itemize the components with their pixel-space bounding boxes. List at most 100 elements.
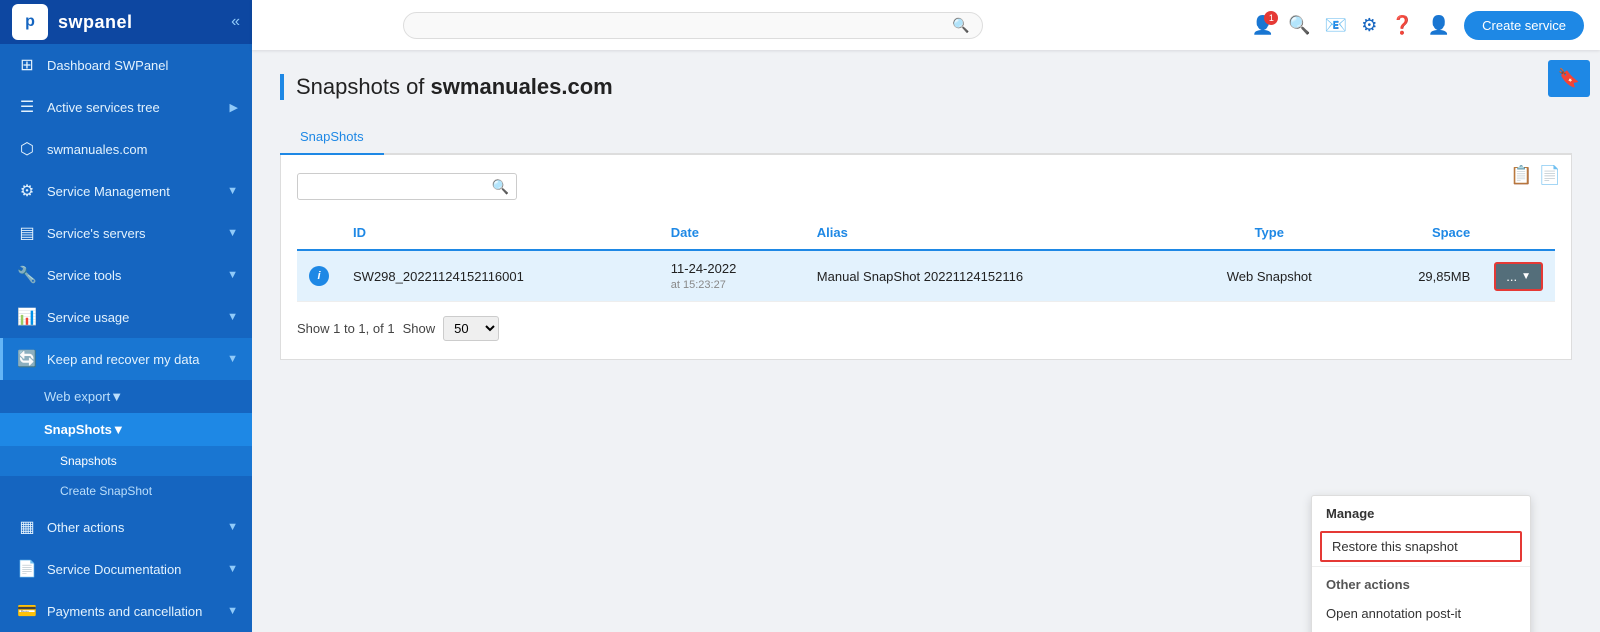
sidebar-item-other-actions[interactable]: ▦ Other actions ▼ (0, 506, 252, 548)
sidebar-item-payments-cancellation[interactable]: 💳 Payments and cancellation ▼ (0, 590, 252, 632)
messages-icon[interactable]: 📧 (1325, 15, 1347, 36)
search-row: 🔍 (297, 173, 1555, 200)
keep-recover-icon: 🔄 (17, 349, 37, 369)
topbar: 🔍 👤 1 🔍 📧 ⚙ ❓ 👤 Create service (252, 0, 1600, 50)
usage-icon: 📊 (17, 307, 37, 327)
sidebar-item-service-management[interactable]: ⚙ Service Management ▼ (0, 170, 252, 212)
create-service-button[interactable]: Create service (1464, 11, 1584, 40)
sidebar-item-label: Snapshots (60, 454, 117, 468)
sidebar-item-label: Service usage (47, 310, 217, 325)
dashboard-icon: ⊞ (17, 55, 37, 75)
sidebar-item-service-tools[interactable]: 🔧 Service tools ▼ (0, 254, 252, 296)
show-row: Show 1 to 1, of 1 Show 25 50 100 (297, 316, 1555, 341)
row-info-icon[interactable]: i (297, 250, 341, 302)
sidebar-item-service-usage[interactable]: 📊 Service usage ▼ (0, 296, 252, 338)
chevron-down-icon: ▼ (110, 389, 123, 404)
row-date: 11-24-2022 at 15:23:27 (659, 250, 805, 302)
sidebar-item-dashboard[interactable]: ⊞ Dashboard SWPanel (0, 44, 252, 86)
sidebar-title: swpanel (58, 12, 133, 33)
sidebar-item-label: Service tools (47, 268, 217, 283)
notifications-icon[interactable]: 👤 1 (1252, 15, 1274, 36)
table-search-icon: 🔍 (492, 178, 509, 195)
sidebar-item-snapshots-group[interactable]: SnapShots ▼ (0, 413, 252, 446)
show-label: Show (403, 321, 436, 336)
sidebar-item-swmanuales[interactable]: ⬡ swmanuales.com (0, 128, 252, 170)
sidebar-item-label: Create SnapShot (60, 484, 152, 498)
sidebar-item-label: SnapShots (44, 422, 112, 437)
chevron-down-icon: ▼ (227, 269, 238, 281)
sidebar-item-web-export[interactable]: Web export ▼ (0, 380, 252, 413)
table-search-wrap: 🔍 (297, 173, 517, 200)
sidebar-item-service-documentation[interactable]: 📄 Service Documentation ▼ (0, 548, 252, 590)
sidebar-collapse-button[interactable]: « (231, 13, 240, 31)
servers-icon: ▤ (17, 223, 37, 243)
sidebar-header: p swpanel « (0, 0, 252, 44)
row-actions-button[interactable]: ... ▼ (1494, 262, 1543, 291)
context-menu-restore[interactable]: Restore this snapshot (1320, 531, 1522, 562)
sidebar-item-label: Payments and cancellation (47, 604, 217, 619)
table-row: i SW298_20221124152116001 11-24-2022 at … (297, 250, 1555, 302)
chevron-down-icon: ▼ (112, 422, 125, 437)
sidebar-item-label: Other actions (47, 520, 217, 535)
col-date: Date (659, 216, 805, 250)
context-menu-other-title: Other actions (1312, 571, 1530, 598)
col-space: Space (1358, 216, 1482, 250)
chevron-down-icon: ▼ (227, 563, 238, 575)
col-alias: Alias (805, 216, 1181, 250)
search-bar: 🔍 (403, 12, 983, 39)
sidebar-item-create-snapshot[interactable]: Create SnapShot (0, 476, 252, 506)
active-services-icon: ☰ (17, 97, 37, 117)
context-menu-manage-title: Manage (1312, 496, 1530, 527)
profile-icon[interactable]: 👤 (1428, 15, 1450, 36)
snapshots-table: ID Date Alias Type Space i SW298_2022112… (297, 216, 1555, 302)
bookmark-widget[interactable]: 🔖 (1548, 60, 1590, 97)
row-actions: ... ▼ (1482, 250, 1555, 302)
chevron-down-icon: ▼ (227, 311, 238, 323)
sidebar-item-label: Service Documentation (47, 562, 217, 577)
service-management-icon: ⚙ (17, 181, 37, 201)
chevron-down-icon: ▼ (227, 521, 238, 533)
row-alias: Manual SnapShot 20221124152116 (805, 250, 1181, 302)
row-space: 29,85MB (1358, 250, 1482, 302)
page-domain: swmanuales.com (431, 74, 613, 99)
search-input[interactable] (416, 18, 953, 33)
sidebar-item-label: Service's servers (47, 226, 217, 241)
topbar-icons: 👤 1 🔍 📧 ⚙ ❓ 👤 Create service (1252, 11, 1584, 40)
table-search-input[interactable] (297, 173, 517, 200)
search-icon: 🔍 (952, 17, 969, 34)
copy-icon[interactable]: 📄 (1539, 165, 1561, 186)
sidebar-item-label: Web export (44, 389, 110, 404)
chevron-down-icon: ▼ (227, 353, 238, 365)
sidebar-item-label: Keep and recover my data (47, 352, 217, 367)
tools-icon: 🔧 (17, 265, 37, 285)
sidebar-item-keep-recover[interactable]: 🔄 Keep and recover my data ▼ (0, 338, 252, 380)
content-box: 📋 📄 🔍 ID Date Alias Type Space (280, 155, 1572, 360)
chevron-down-icon: ▼ (227, 185, 238, 197)
col-type: Type (1180, 216, 1358, 250)
sidebar-item-label: Active services tree (47, 100, 220, 115)
top-right-icons: 📋 📄 (1510, 165, 1561, 186)
chevron-right-icon: ▶ (230, 101, 238, 114)
main-content: Snapshots of swmanuales.com SnapShots 📋 … (252, 50, 1600, 632)
tabs-bar: SnapShots (280, 120, 1572, 155)
context-menu-open-annotation[interactable]: Open annotation post-it (1312, 598, 1530, 629)
sidebar-item-active-services-tree[interactable]: ☰ Active services tree ▶ (0, 86, 252, 128)
show-select[interactable]: 25 50 100 (443, 316, 499, 341)
tab-snapshots[interactable]: SnapShots (280, 120, 384, 155)
sidebar-item-services-servers[interactable]: ▤ Service's servers ▼ (0, 212, 252, 254)
page-title: Snapshots of swmanuales.com (280, 74, 1572, 100)
search-topbar-icon[interactable]: 🔍 (1288, 15, 1310, 36)
export-icon[interactable]: 📋 (1510, 165, 1532, 186)
notification-badge: 1 (1264, 11, 1278, 25)
site-icon: ⬡ (17, 139, 37, 159)
chevron-down-icon: ▼ (227, 227, 238, 239)
help-icon[interactable]: ❓ (1391, 15, 1413, 36)
settings-icon[interactable]: ⚙ (1361, 15, 1377, 36)
sidebar-item-snapshots[interactable]: Snapshots (0, 446, 252, 476)
chevron-down-icon: ▼ (227, 605, 238, 617)
sidebar-item-label: Dashboard SWPanel (47, 58, 238, 73)
documentation-icon: 📄 (17, 559, 37, 579)
row-id: SW298_20221124152116001 (341, 250, 659, 302)
col-id: ID (341, 216, 659, 250)
payments-icon: 💳 (17, 601, 37, 621)
